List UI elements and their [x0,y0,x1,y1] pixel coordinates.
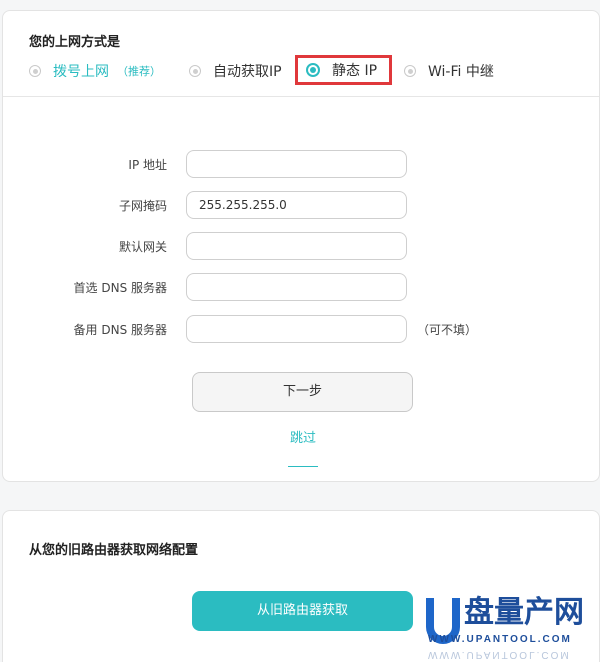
ip-address-input[interactable] [186,150,407,178]
secondary-dns-row: 备用 DNS 服务器 （可不填） [3,315,599,345]
old-router-title: 从您的旧路由器获取网络配置 [29,543,199,558]
connection-mode-group: 拨号上网 （推荐） 自动获取IP 静态 IP Wi-Fi 中继 [29,55,589,85]
subnet-mask-label: 子网掩码 [118,199,167,213]
radio-icon[interactable] [404,65,416,77]
secondary-dns-input[interactable] [186,315,407,343]
watermark-url: WWW.UPANTOOL.COM [428,634,572,645]
primary-dns-row: 首选 DNS 服务器 [3,273,599,303]
gateway-input[interactable] [186,232,407,260]
radio-icon[interactable] [29,65,41,77]
mode-option-label: 拨号上网 [53,64,109,80]
primary-dns-label: 首选 DNS 服务器 [73,281,167,295]
next-step-button[interactable]: 下一步 [192,372,413,412]
mode-option-label: 自动获取IP [213,64,282,80]
mode-option-pppoe[interactable]: 拨号上网 （推荐） [29,59,161,83]
ip-address-label: IP 地址 [128,158,167,172]
skip-link[interactable]: 跳过 [288,429,318,449]
mode-option-static-ip[interactable]: 静态 IP [295,55,393,85]
mode-option-wifi-relay[interactable]: Wi-Fi 中继 [404,59,494,83]
watermark-logo: 盘量产网 WWW.UPANTOOL.COM WWW.UPANTOOL.COM [420,596,600,661]
radio-icon[interactable] [189,65,201,77]
subnet-mask-row: 子网掩码 [3,191,599,221]
mode-option-label: Wi-Fi 中继 [428,64,494,80]
skip-link-underline [288,466,318,467]
connection-mode-title: 您的上网方式是 [29,35,121,50]
ip-address-row: IP 地址 [3,150,599,180]
mode-option-dhcp[interactable]: 自动获取IP [189,59,282,83]
mode-option-label: 静态 IP [332,63,378,79]
watermark-brand: 盘量产网 [464,595,584,630]
section-divider [3,96,599,97]
gateway-row: 默认网关 [3,232,599,262]
radio-selected-icon[interactable] [306,63,320,77]
connection-settings-card: 您的上网方式是 拨号上网 （推荐） 自动获取IP 静态 IP Wi-Fi 中继 … [2,10,600,482]
secondary-dns-label: 备用 DNS 服务器 [73,323,167,337]
get-from-old-router-button[interactable]: 从旧路由器获取 [192,591,413,631]
primary-dns-input[interactable] [186,273,407,301]
recommended-tag: （推荐） [117,65,161,78]
gateway-label: 默认网关 [118,240,167,254]
optional-note: （可不填） [417,323,478,337]
subnet-mask-input[interactable] [186,191,407,219]
watermark-reflection: WWW.UPANTOOL.COM [428,649,571,660]
